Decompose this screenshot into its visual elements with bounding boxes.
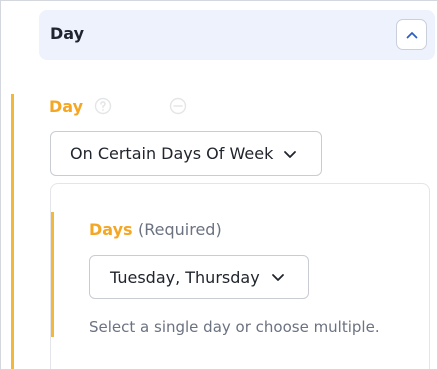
chevron-down-icon (284, 151, 296, 158)
info-circle-icon[interactable] (169, 97, 187, 115)
chevron-down-icon (272, 274, 284, 281)
day-field-label: Day (49, 97, 84, 116)
day-section-header[interactable]: Day (39, 10, 435, 60)
days-multiselect[interactable]: Tuesday, Thursday (89, 255, 309, 299)
chevron-up-icon (406, 31, 417, 38)
days-field-label: Days (89, 220, 133, 239)
required-indicator: (Required) (138, 220, 222, 239)
field-group-accent-bar (11, 94, 14, 369)
days-selected-value: Tuesday, Thursday (110, 268, 260, 287)
section-title: Day (50, 24, 85, 43)
day-frequency-value: On Certain Days Of Week (70, 144, 274, 163)
days-help-text: Select a single day or choose multiple. (89, 318, 380, 336)
collapse-section-button[interactable] (396, 19, 427, 50)
day-frequency-select[interactable]: On Certain Days Of Week (50, 131, 322, 176)
day-settings-panel: Day Day On Certain Days Of Week Days (Re… (0, 0, 438, 370)
days-field-accent-bar (51, 212, 54, 337)
question-circle-icon[interactable] (94, 97, 112, 115)
